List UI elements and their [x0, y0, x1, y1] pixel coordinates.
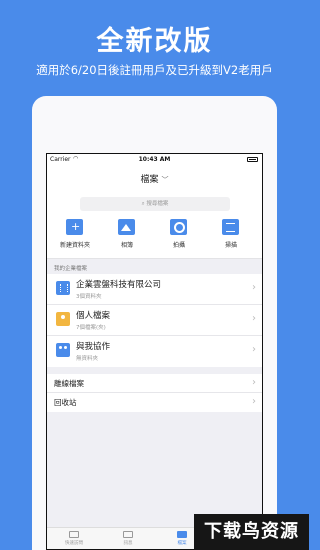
promo-title: 全新改版: [96, 26, 213, 57]
message-icon: [123, 531, 133, 538]
folder-row-shared[interactable]: 與我協作 無資料夾 ›: [47, 336, 262, 367]
tab-label: 訊息: [123, 541, 133, 546]
quick-actions: 新建資料夾 相簿 拍攝 掃描: [47, 216, 262, 259]
tab-quick-access[interactable]: 快速訪問: [47, 528, 101, 549]
promo-subtitle: 適用於6/20日後註冊用戶及已升級到V2老用戶: [36, 63, 273, 77]
folder-title: 個人檔案: [76, 311, 111, 321]
search-placeholder: 搜尋檔案: [146, 201, 169, 207]
scan-icon: [222, 219, 239, 235]
nav-title: 檔案: [140, 175, 159, 185]
chevron-down-icon: ﹀: [161, 176, 169, 184]
chevron-right-icon: ›: [252, 313, 256, 324]
other-list: 離線檔案 › 回收站 ›: [47, 374, 262, 412]
folder-title: 企業雲盤科技有限公司: [76, 280, 162, 290]
tab-messages[interactable]: 訊息: [101, 528, 155, 549]
camera-button[interactable]: 拍攝: [155, 216, 203, 259]
row-title: 回收站: [54, 398, 77, 407]
new-folder-button[interactable]: 新建資料夾: [51, 216, 99, 259]
watermark: 下载鸟资源: [194, 514, 309, 550]
status-bar: Carrier ◠ 10:43 AM: [47, 154, 262, 165]
chevron-right-icon: ›: [252, 344, 256, 355]
scan-button[interactable]: 掃描: [207, 216, 255, 259]
search-icon: ⌕: [141, 201, 145, 207]
section-label: 我的企業檔案: [54, 266, 88, 272]
album-button[interactable]: 相簿: [103, 216, 151, 259]
battery-icon: [247, 157, 258, 162]
folder-row-personal[interactable]: 個人檔案 7個檔案(夾) ›: [47, 305, 262, 336]
folder-subtitle: 3個資料夾: [76, 294, 102, 300]
nav-title-dropdown[interactable]: 檔案 ﹀: [47, 172, 262, 185]
quick-action-label: 相簿: [120, 242, 133, 249]
folder-list: 企業雲盤科技有限公司 3個資料夾 › 個人檔案 7個檔案(夾) › 與我協作 無…: [47, 274, 262, 367]
album-icon: [118, 219, 135, 235]
chevron-right-icon: ›: [252, 396, 256, 407]
nav-bar: 檔案 ﹀: [47, 165, 262, 194]
chevron-right-icon: ›: [252, 282, 256, 293]
row-title: 離線檔案: [54, 379, 84, 388]
status-time: 10:43 AM: [138, 156, 171, 163]
folder-title: 與我協作: [76, 342, 111, 352]
quick-action-label: 新建資料夾: [59, 242, 90, 249]
chevron-right-icon: ›: [252, 377, 256, 388]
folder-subtitle: 無資料夾: [76, 356, 99, 362]
offline-files-row[interactable]: 離線檔案 ›: [47, 374, 262, 393]
phone-screen: Carrier ◠ 10:43 AM 檔案﹀ ⌕ 搜尋檔案 新建資料夾 相簿: [46, 153, 263, 550]
folder-row-company[interactable]: 企業雲盤科技有限公司 3個資料夾 ›: [47, 274, 262, 305]
tab-label: 快速訪問: [65, 541, 83, 546]
search-container: ⌕ 搜尋檔案: [47, 194, 262, 216]
shared-folder-icon: [56, 343, 70, 357]
files-icon: [177, 531, 187, 538]
quick-access-icon: [69, 531, 79, 538]
folder-subtitle: 7個檔案(夾): [76, 325, 106, 331]
new-folder-icon: [66, 219, 83, 235]
recycle-bin-row[interactable]: 回收站 ›: [47, 393, 262, 412]
search-input[interactable]: ⌕ 搜尋檔案: [80, 197, 230, 211]
phone-frame: Carrier ◠ 10:43 AM 檔案﹀ ⌕ 搜尋檔案 新建資料夾 相簿: [32, 96, 277, 550]
company-folder-icon: [56, 281, 70, 295]
camera-icon: [170, 219, 187, 235]
quick-action-label: 掃描: [224, 242, 237, 249]
quick-action-label: 拍攝: [172, 242, 185, 249]
personal-folder-icon: [56, 312, 70, 326]
